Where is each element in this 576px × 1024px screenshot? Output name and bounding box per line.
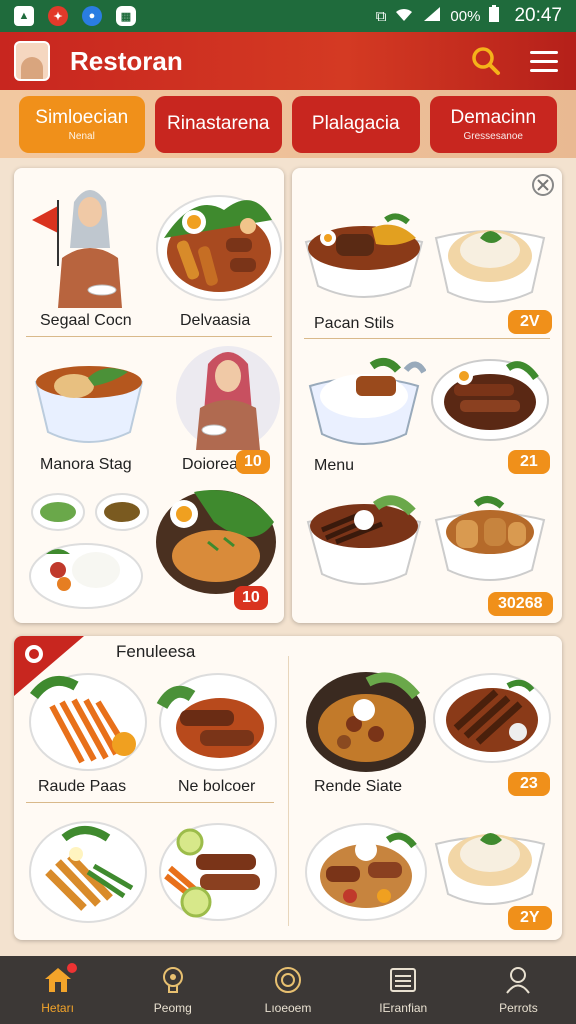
tab-sublabel: Nenal	[68, 130, 95, 142]
nav-label: Hetarı	[41, 1001, 74, 1015]
battery-percent: 00%	[450, 7, 481, 25]
dish-label[interactable]: Segaal Cocn	[40, 312, 132, 330]
tab-label: Demacinn	[450, 106, 537, 128]
divider	[288, 656, 289, 926]
tab-simloecian[interactable]: Simloecian Nenal	[19, 95, 145, 153]
dish-image[interactable]	[304, 664, 434, 794]
plate-icon	[273, 965, 303, 995]
vibrate-icon: ⧉	[375, 7, 387, 25]
tab-label: Plalagacia	[311, 113, 400, 134]
tab-demacinn[interactable]: Demacinn Gressesanoe	[429, 95, 557, 153]
price-badge: 10	[234, 586, 268, 610]
nav-label: Perrots	[499, 1001, 538, 1015]
bottom-navigation: Hetarı Peomg Lıoeoem IEranfian Perrots	[0, 956, 576, 1024]
clock: 20:47	[514, 5, 562, 26]
menu-panel-right: Pacan Stils 2V Menu 21 30268	[292, 168, 562, 623]
dish-label[interactable]: Menu	[314, 457, 354, 475]
battery-icon	[488, 5, 500, 27]
divider	[304, 338, 550, 339]
dish-label[interactable]: Pacan Stils	[314, 315, 394, 333]
notification-icon: ✦	[48, 6, 68, 26]
nav-perrots[interactable]: Perrots	[461, 956, 576, 1024]
divider	[26, 802, 274, 803]
search-icon	[472, 47, 500, 75]
list-icon	[388, 965, 418, 995]
price-badge: 2Y	[508, 906, 552, 930]
dish-label[interactable]: Ne bolcoer	[178, 778, 255, 796]
dish-image[interactable]	[154, 180, 284, 310]
section-title: Fenuleesa	[116, 642, 196, 661]
avatar[interactable]	[14, 41, 50, 81]
dish-label[interactable]: Manora Stag	[40, 456, 132, 474]
close-icon	[537, 179, 549, 191]
home-icon	[43, 963, 77, 995]
dish-image[interactable]	[28, 812, 158, 940]
nav-eranfian[interactable]: IEranfian	[346, 956, 461, 1024]
price-badge: 23	[508, 772, 550, 796]
price-badge: 30268	[488, 592, 553, 616]
dish-label[interactable]: Delvaasia	[180, 312, 250, 330]
dish-image[interactable]	[28, 666, 158, 796]
tab-sublabel: Gressesanoe	[463, 130, 523, 142]
nav-label: Lıoeoem	[264, 1001, 312, 1015]
price-badge: 2V	[508, 310, 552, 334]
dish-image[interactable]	[156, 666, 286, 796]
menu-button[interactable]	[526, 43, 562, 79]
dish-image[interactable]	[156, 814, 286, 940]
nav-home[interactable]: Hetarı	[0, 956, 115, 1024]
divider	[26, 336, 272, 337]
close-button[interactable]	[532, 174, 554, 196]
status-bar: ▲ ✦ ● ▦ ⧉ 00% 20:47	[0, 0, 576, 32]
signal-icon	[422, 6, 442, 26]
dish-image[interactable]	[302, 486, 432, 616]
nav-lioeoem[interactable]: Lıoeoem	[230, 956, 345, 1024]
message-icon: ▦	[116, 6, 136, 26]
dish-label[interactable]: Raude Paas	[38, 778, 126, 796]
tab-plalagacia[interactable]: Plalagacia	[292, 95, 420, 153]
dish-label[interactable]: Rende Siate	[314, 778, 402, 796]
category-tabs: Simloecian Nenal Rinastarena Plalagacia …	[0, 90, 576, 158]
chef-icon	[158, 965, 188, 995]
gallery-icon: ▲	[14, 6, 34, 26]
notification-dot	[66, 963, 77, 973]
waiter-illustration	[24, 178, 154, 308]
app-icon: ●	[82, 6, 102, 26]
nav-label: IEranfian	[379, 1001, 428, 1015]
tab-label: Rinastarena	[167, 113, 270, 134]
tab-label: Simloecian	[35, 106, 129, 128]
price-badge: 10	[236, 450, 270, 474]
dish-image[interactable]	[304, 814, 434, 940]
search-button[interactable]	[468, 43, 504, 79]
nav-peomg[interactable]: Peomg	[115, 956, 230, 1024]
nav-label: Peomg	[153, 1001, 192, 1015]
wifi-icon	[394, 6, 414, 26]
profile-icon	[503, 965, 533, 995]
price-badge: 21	[508, 450, 550, 474]
app-bar: Restoran	[0, 32, 576, 90]
dish-image[interactable]	[28, 484, 158, 614]
page-title: Restoran	[70, 45, 183, 76]
dish-label[interactable]: Doiorea	[182, 456, 238, 474]
menu-panel-left: Segaal Cocn Delvaasia Manora Stag Doiore…	[14, 168, 284, 623]
featured-panel: Fenuleesa Raude Paas Ne bolcoer Rende Si…	[14, 636, 562, 940]
tab-rinastarena[interactable]: Rinastarena	[154, 95, 282, 153]
